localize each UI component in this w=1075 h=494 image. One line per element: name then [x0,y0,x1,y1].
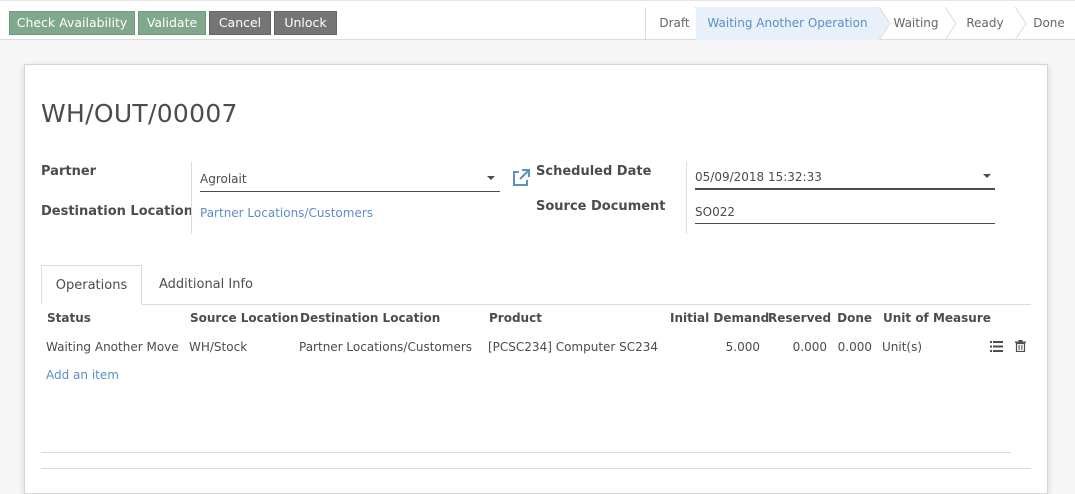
row-destination-location: Partner Locations/Customers [299,340,473,354]
scheduled-date-label: Scheduled Date [536,164,652,179]
row-product: [PCSC234] Computer SC234 [488,340,659,354]
unlock-button[interactable]: Unlock [274,11,337,35]
stage-done[interactable]: Done [1027,7,1071,40]
source-document-value: SO022 [695,205,735,219]
control-panel: Check Availability Validate Cancel Unloc… [0,0,1075,40]
validate-button[interactable]: Validate [138,11,206,35]
row-initial-demand: 5.000 [725,340,760,354]
scheduled-date-value: 05/09/2018 15:32:33 [695,170,822,184]
source-document-underline [695,223,995,224]
label-separator [686,162,687,234]
status-bar: Draft Waiting Another Operation Waiting … [645,7,1075,40]
external-link-icon[interactable] [511,168,531,188]
row-done: 0.000 [837,340,872,354]
column-header-unit-of-measure[interactable]: Unit of Measure [883,311,991,325]
column-header-done[interactable]: Done [833,311,872,325]
stage-separator [945,7,957,40]
source-document-field[interactable]: SO022 [695,199,995,225]
destination-location-label: Destination Location [41,204,193,219]
label-separator [191,162,192,234]
column-header-status[interactable]: Status [47,311,91,325]
partner-field[interactable]: Agrolait [200,165,500,193]
form-sheet: WH/OUT/00007 Partner Destination Locatio… [24,64,1048,494]
scheduled-date-field[interactable]: 05/09/2018 15:32:33 [695,163,995,191]
caret-down-icon [983,174,991,178]
partner-value: Agrolait [200,172,247,186]
row-unit-of-measure: Unit(s) [882,340,923,354]
add-item-link[interactable]: Add an item [46,368,119,382]
stage-separator [879,7,891,40]
trash-icon[interactable] [1015,340,1026,352]
partner-label: Partner [41,164,97,179]
column-header-reserved[interactable]: Reserved [768,311,831,325]
tab-operations[interactable]: Operations [41,265,142,305]
cancel-button[interactable]: Cancel [209,11,271,35]
caret-down-icon [487,176,495,180]
scheduled-date-underline [695,188,995,190]
column-header-destination-location[interactable]: Destination Location [300,311,440,325]
table-footer-divider [41,452,1011,453]
source-document-label: Source Document [536,199,666,214]
notes-divider [41,468,1031,469]
tab-additional-info[interactable]: Additional Info [147,265,265,305]
column-header-source-location[interactable]: Source Location [190,311,299,325]
destination-location-link[interactable]: Partner Locations/Customers [200,206,373,220]
record-title: WH/OUT/00007 [41,99,238,128]
row-status: Waiting Another Move [46,340,179,354]
column-header-product[interactable]: Product [489,311,542,325]
column-header-initial-demand[interactable]: Initial Demand [670,311,769,325]
list-icon[interactable] [990,341,1003,352]
row-reserved: 0.000 [792,340,827,354]
stage-waiting[interactable]: Waiting [891,7,941,40]
stage-waiting-another-operation[interactable]: Waiting Another Operation [696,7,879,40]
stage-ready[interactable]: Ready [959,7,1011,40]
row-source-location: WH/Stock [189,340,248,354]
stage-separator [1015,7,1027,40]
check-availability-button[interactable]: Check Availability [9,11,135,35]
partner-underline [200,191,500,192]
